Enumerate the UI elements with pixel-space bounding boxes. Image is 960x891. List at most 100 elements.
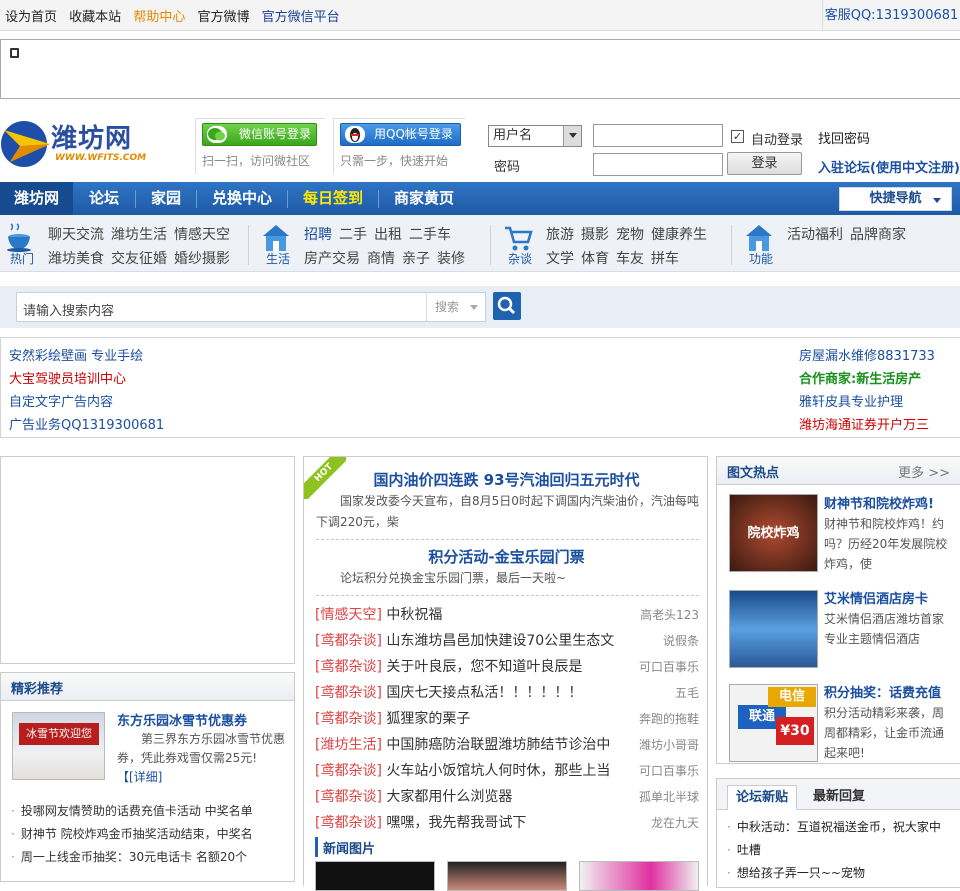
qq-login-box: 用QQ帐号登录 只需一步，快速开始 (333, 118, 465, 174)
help-center-link[interactable]: 帮助中心 (133, 10, 185, 25)
cat-link[interactable]: 摄影 (581, 227, 609, 243)
news-thumbnail[interactable] (447, 861, 567, 891)
featured-detail-link[interactable]: 【[详细] (117, 770, 162, 784)
bookmark-link[interactable]: 收藏本站 (69, 10, 121, 25)
broken-image-icon (10, 48, 19, 58)
cat-link[interactable]: 交友征婚 (111, 251, 167, 267)
featured-headline[interactable]: 东方乐园冰雪节优惠券 (117, 710, 247, 729)
table-row[interactable]: [潍坊生活] 中国肺癌防治联盟潍坊肺结节诊治中 潍坊小哥哥 (315, 732, 699, 758)
auto-login-checkbox[interactable]: ✓ (731, 130, 744, 143)
list-item[interactable]: 吐槽 (727, 839, 941, 862)
username-input[interactable] (593, 124, 723, 147)
featured-pic-sign: 冰雪节欢迎您 (19, 723, 99, 745)
cat-link[interactable]: 装修 (437, 251, 465, 267)
picture-news-image[interactable] (729, 590, 818, 668)
username-type-select[interactable]: 用户名 (488, 125, 582, 147)
tab-new-posts[interactable]: 论坛新贴 (727, 785, 798, 810)
cat-link[interactable]: 婚纱摄影 (174, 251, 230, 267)
news-thumbnail[interactable] (579, 861, 699, 891)
category-function: 功能 活动福利 品牌商家 (739, 215, 960, 272)
official-weibo-link[interactable]: 官方微博 (197, 10, 249, 25)
register-link[interactable]: 入驻论坛(使用中文注册) (818, 157, 960, 176)
list-item[interactable]: 中秋活动：互道祝福送金币，祝大家中 (727, 816, 941, 839)
nav-item-daily-checkin[interactable]: 每日签到 (288, 182, 378, 215)
cat-link[interactable]: 宠物 (616, 227, 644, 243)
nav-item-exchange[interactable]: 兑换中心 (197, 182, 287, 215)
ad-link[interactable]: 房屋漏水维修8831733 (799, 345, 935, 368)
left-banner-slot[interactable] (0, 456, 295, 664)
picture-news-headline[interactable]: 财神节和院校炸鸡! (824, 493, 934, 512)
cat-link[interactable]: 二手 (339, 227, 367, 243)
quick-nav-button[interactable]: 快捷导航 (839, 187, 952, 211)
site-logo[interactable]: 潍坊网 WWW.WFITS.COM (0, 114, 160, 174)
search-scope-select[interactable]: 搜索 (426, 293, 486, 321)
cat-link[interactable]: 车友 (616, 251, 644, 267)
headline-1[interactable]: 国内油价四连跌 93号汽油回归五元时代 (304, 469, 709, 490)
official-wechat-link[interactable]: 官方微信平台 (262, 10, 340, 25)
featured-image[interactable]: 冰雪节欢迎您 (12, 712, 105, 780)
nav-item-yellow-pages[interactable]: 商家黄页 (379, 182, 469, 215)
ad-link[interactable]: 自定文字广告内容 (9, 391, 164, 414)
cat-link[interactable]: 拼车 (651, 251, 679, 267)
ad-bar[interactable] (0, 39, 960, 99)
table-row[interactable]: [鸢都杂谈] 嘿嘿，我先帮我哥试下 龙在九天 (315, 810, 699, 836)
qq-login-button[interactable]: 用QQ帐号登录 (340, 123, 461, 146)
search-input[interactable]: 请输入搜索内容 搜索 (16, 292, 486, 322)
tab-latest-replies[interactable]: 最新回复 (805, 785, 873, 810)
cat-link[interactable]: 出租 (374, 227, 402, 243)
cat-link[interactable]: 招聘 (304, 227, 332, 243)
cat-link[interactable]: 文学 (546, 251, 574, 267)
cat-link[interactable]: 旅游 (546, 227, 574, 243)
ad-link[interactable]: 安然彩绘壁画 专业手绘 (9, 345, 164, 368)
picture-news-box: 图文热点 更多 >> 院校炸鸡 财神节和院校炸鸡! 财神节和院校炸鸡！约吗？历经… (716, 456, 960, 764)
wechat-login-button[interactable]: 微信账号登录 (202, 123, 317, 146)
picture-news-image[interactable]: 院校炸鸡 (729, 494, 818, 572)
nav-item-home-space[interactable]: 家园 (136, 182, 196, 215)
service-qq[interactable]: 客服QQ:1319300681 (822, 0, 960, 31)
table-row[interactable]: [鸢都杂谈] 山东潍坊昌邑加快建设70公里生态文 说假条 (315, 628, 699, 654)
cat-link[interactable]: 情感天空 (174, 227, 230, 243)
nav-item-home[interactable]: 潍坊网 (0, 182, 73, 215)
cat-link[interactable]: 商情 (367, 251, 395, 267)
table-row[interactable]: [鸢都杂谈] 火车站小饭馆坑人何时休，那些上当 可口百事乐 (315, 758, 699, 784)
cat-link[interactable]: 体育 (581, 251, 609, 267)
cat-link[interactable]: 聊天交流 (48, 227, 104, 243)
find-password-link[interactable]: 找回密码 (818, 128, 870, 147)
ad-link[interactable]: 潍坊海通证券开户万三 (799, 414, 935, 437)
cat-link[interactable]: 潍坊生活 (111, 227, 167, 243)
qq-login-tip: 只需一步，快速开始 (340, 154, 449, 168)
news-thumbnail[interactable] (315, 861, 435, 891)
cat-link[interactable]: 健康养生 (651, 227, 707, 243)
search-button[interactable] (493, 292, 521, 320)
login-button[interactable]: 登录 (727, 152, 802, 175)
list-item[interactable]: 想给孩子弄一只~~宠物 (727, 862, 941, 885)
nav-item-forum[interactable]: 论坛 (73, 182, 135, 215)
picture-news-image[interactable]: 联通 电信 ¥30 (729, 684, 818, 762)
ad-link[interactable]: 合作商家:新生活房产 (799, 368, 935, 391)
picture-news-headline[interactable]: 艾米情侣酒店房卡 (824, 588, 928, 607)
ad-link[interactable]: 雅轩皮具专业护理 (799, 391, 935, 414)
more-link[interactable]: 更多 >> (898, 462, 950, 481)
cat-link[interactable]: 活动福利 (787, 227, 843, 243)
list-item[interactable]: 财神节 院校炸鸡金币抽奖活动结束，中奖名 (11, 823, 253, 846)
list-item[interactable]: 周一上线金币抽奖：30元电话卡 名额20个 (11, 846, 253, 869)
set-homepage-link[interactable]: 设为首页 (5, 10, 57, 25)
table-row[interactable]: [鸢都杂谈] 大家都用什么浏览器 孤单北半球 (315, 784, 699, 810)
cat-link[interactable]: 亲子 (402, 251, 430, 267)
ad-link[interactable]: 广告业务QQ1319300681 (9, 414, 164, 437)
password-input[interactable] (593, 153, 723, 176)
cat-link[interactable]: 潍坊美食 (48, 251, 104, 267)
ad-link[interactable]: 大宝驾驶员培训中心 (9, 368, 164, 391)
headline-2[interactable]: 积分活动-金宝乐园门票 (304, 546, 709, 567)
category-life: 生活 招聘 二手 出租 二手车 房产交易 商情 亲子 装修 (256, 215, 496, 272)
cat-link[interactable]: 品牌商家 (850, 227, 906, 243)
table-row[interactable]: [情感天空] 中秋祝福 高老头123 (315, 602, 699, 628)
cat-link[interactable]: 二手车 (409, 227, 451, 243)
cat-link[interactable]: 房产交易 (304, 251, 360, 267)
table-row[interactable]: [鸢都杂谈] 狐狸家的栗子 奔跑的拖鞋 (315, 706, 699, 732)
category-divider (731, 225, 732, 265)
table-row[interactable]: [鸢都杂谈] 关于叶良辰，您不知道叶良辰是 可口百事乐 (315, 654, 699, 680)
list-item[interactable]: 投哪网友情赞助的话费充值卡活动 中奖名单 (11, 800, 253, 823)
picture-news-headline[interactable]: 积分抽奖：话费充值 (824, 682, 941, 701)
table-row[interactable]: [鸢都杂谈] 国庆七天接点私活！！！！！！ 五毛 (315, 680, 699, 706)
